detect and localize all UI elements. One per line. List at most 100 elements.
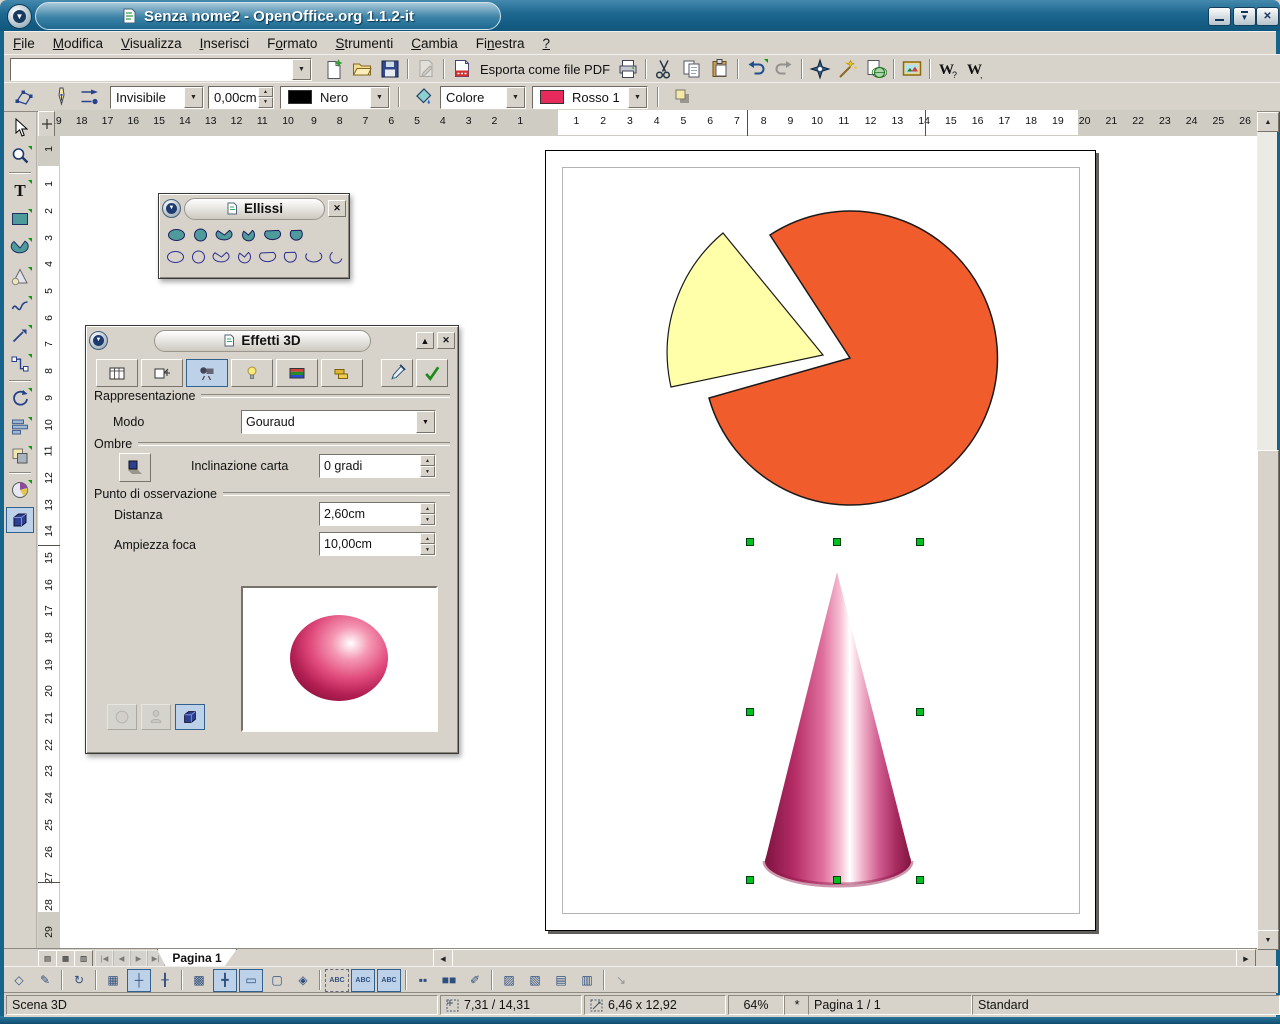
shadow-toggle[interactable] (119, 453, 151, 482)
text-placeholder[interactable]: ▤ (549, 969, 573, 992)
ellipses-floating-toolbar[interactable]: ▼ Ellissi ✕ (158, 193, 350, 279)
glue-points[interactable]: ✎ (33, 969, 57, 992)
menu-item[interactable]: Visualizza (112, 34, 191, 53)
rotate-tool[interactable] (6, 385, 34, 411)
preview-lathe-button[interactable] (141, 704, 171, 730)
circle-pie-outline-tool[interactable] (233, 247, 256, 267)
gallery-button[interactable] (898, 56, 926, 82)
circle-segment-outline-tool[interactable] (279, 247, 302, 267)
circle-outline-tool[interactable] (187, 247, 210, 267)
undo-button[interactable] (742, 56, 770, 82)
insert-tool[interactable] (6, 477, 34, 503)
rollup-button[interactable]: ▲ (416, 332, 434, 349)
chevron-down-icon[interactable]: ▼ (184, 87, 203, 108)
vertical-scroll-thumb[interactable] (1257, 450, 1279, 932)
chevron-down-icon[interactable]: ▼ (292, 59, 311, 80)
ellipse-arc-tool[interactable] (302, 247, 325, 267)
rectangle-tool[interactable] (6, 206, 34, 232)
chevron-down-icon[interactable]: ▼ (506, 87, 525, 108)
tab-illumination[interactable] (231, 359, 273, 387)
minimize-button[interactable] (1208, 7, 1231, 26)
pdf-export-label[interactable]: Esporta come file PDF (476, 62, 614, 77)
effects-3d-dialog[interactable]: ▼ Effetti 3D ▲ ✕ (85, 325, 459, 754)
ellipse-filled-tool[interactable] (164, 225, 188, 245)
exit-all-groups[interactable]: ↘ (609, 969, 633, 992)
preview-sphere-button[interactable] (107, 704, 137, 730)
line-color-select[interactable]: Nero ▼ (280, 86, 390, 109)
arrow-ends-button[interactable] (76, 84, 104, 110)
fill-color-select[interactable]: Rosso 1 ▼ (532, 86, 648, 109)
edit-file-button[interactable] (412, 56, 440, 82)
stylist-button[interactable] (834, 56, 862, 82)
large-handles[interactable]: ■■ (437, 969, 461, 992)
quick-edit[interactable]: ABC (325, 969, 349, 992)
paste-button[interactable] (706, 56, 734, 82)
redo-button[interactable] (770, 56, 798, 82)
menu-item[interactable]: ? (534, 34, 560, 53)
ellipse-segment-filled-tool[interactable] (260, 225, 284, 245)
tab-material[interactable] (321, 359, 363, 387)
line-contour[interactable]: ▥ (575, 969, 599, 992)
close-button[interactable]: ✕ (328, 200, 346, 217)
select-text-area-only[interactable]: ABC (351, 969, 375, 992)
fill-style-select[interactable]: Colore ▼ (440, 86, 526, 109)
spinner-arrows[interactable]: ▲▼ (258, 87, 273, 108)
show-guides[interactable]: ┼ (127, 969, 151, 992)
ellipses-titlebar[interactable]: ▼ Ellissi ✕ (159, 194, 349, 221)
zoom-tool[interactable] (6, 143, 34, 169)
circle-arc-tool[interactable] (325, 247, 348, 267)
show-grid[interactable]: ▦ (101, 969, 125, 992)
vertical-scrollbar[interactable]: ▲ ▼ (1257, 112, 1277, 948)
ellipse-pie-outline-tool[interactable] (210, 247, 233, 267)
print-button[interactable] (614, 56, 642, 82)
ellipse-pie-filled-tool[interactable] (212, 225, 236, 245)
titlebar[interactable]: ▼ Senza nome2 - OpenOffice.org 1.1.2-it … (0, 0, 1280, 31)
scroll-up-button[interactable]: ▲ (1257, 112, 1279, 132)
close-button[interactable]: ✕ (437, 332, 455, 349)
ellipse-segment-outline-tool[interactable] (256, 247, 279, 267)
circle-filled-tool[interactable] (188, 225, 212, 245)
double-click-to-edit-text[interactable]: ABC (377, 969, 401, 992)
menu-item[interactable]: File (4, 34, 44, 53)
edit-points-button[interactable] (10, 84, 38, 110)
curve-tool[interactable] (6, 293, 34, 319)
arrange-tool[interactable] (6, 443, 34, 469)
scroll-down-button[interactable]: ▼ (1257, 930, 1279, 950)
menu-item[interactable]: Formato (258, 34, 326, 53)
edit-points-mode[interactable]: ◇ (7, 969, 31, 992)
menu-item[interactable]: Finestra (467, 34, 534, 53)
tab-geometry[interactable] (141, 359, 183, 387)
circle-pie-filled-tool[interactable] (236, 225, 260, 245)
page-tab[interactable]: Pagina 1 (157, 949, 237, 967)
menu-item[interactable]: Inserisci (191, 34, 259, 53)
snap-to-page-margins[interactable]: ▭ (239, 969, 263, 992)
template-status-field[interactable]: Standard (972, 995, 1280, 1015)
vertical-ruler[interactable]: 1 12345678910111213141516171819202122232… (38, 136, 61, 948)
url-input[interactable] (11, 59, 292, 80)
close-button[interactable]: ✕ (1256, 7, 1279, 26)
spinner-arrows[interactable]: ▲▼ (420, 503, 435, 525)
cone-3d-scene[interactable] (765, 572, 911, 885)
spinner-arrows[interactable]: ▲▼ (420, 455, 435, 477)
select-tool[interactable] (6, 114, 34, 140)
horizontal-ruler[interactable]: 19181716151413121110987654321 1234567891… (38, 110, 1257, 137)
preview-cube-button[interactable] (175, 704, 205, 730)
hyperlink-button[interactable] (862, 56, 890, 82)
distance-stepper[interactable]: 2,60cm ▲▼ (319, 502, 436, 526)
help-agent-button[interactable]: W? (934, 56, 962, 82)
page-status-field[interactable]: Pagina 1 / 1 (808, 995, 972, 1015)
chevron-down-icon[interactable]: ▼ (628, 87, 647, 108)
page-mode-button[interactable]: ▤ (38, 950, 57, 967)
navigator-button[interactable] (806, 56, 834, 82)
menu-item[interactable]: Cambia (402, 34, 467, 53)
zoom-field[interactable]: 64% (728, 995, 784, 1015)
simple-handles[interactable]: ▪▪ (411, 969, 435, 992)
line-width-stepper[interactable]: 0,00cm ▲▼ (208, 86, 274, 109)
window-menu-button[interactable]: ▼ (89, 331, 108, 350)
layer-mode-button[interactable]: ▥ (74, 950, 93, 967)
tab-textures[interactable] (276, 359, 318, 387)
pie-shape[interactable] (667, 211, 997, 505)
open-button[interactable] (348, 56, 376, 82)
window-menu-button[interactable]: ▼ (162, 199, 181, 218)
modify-with-attributes[interactable]: ✐ (463, 969, 487, 992)
